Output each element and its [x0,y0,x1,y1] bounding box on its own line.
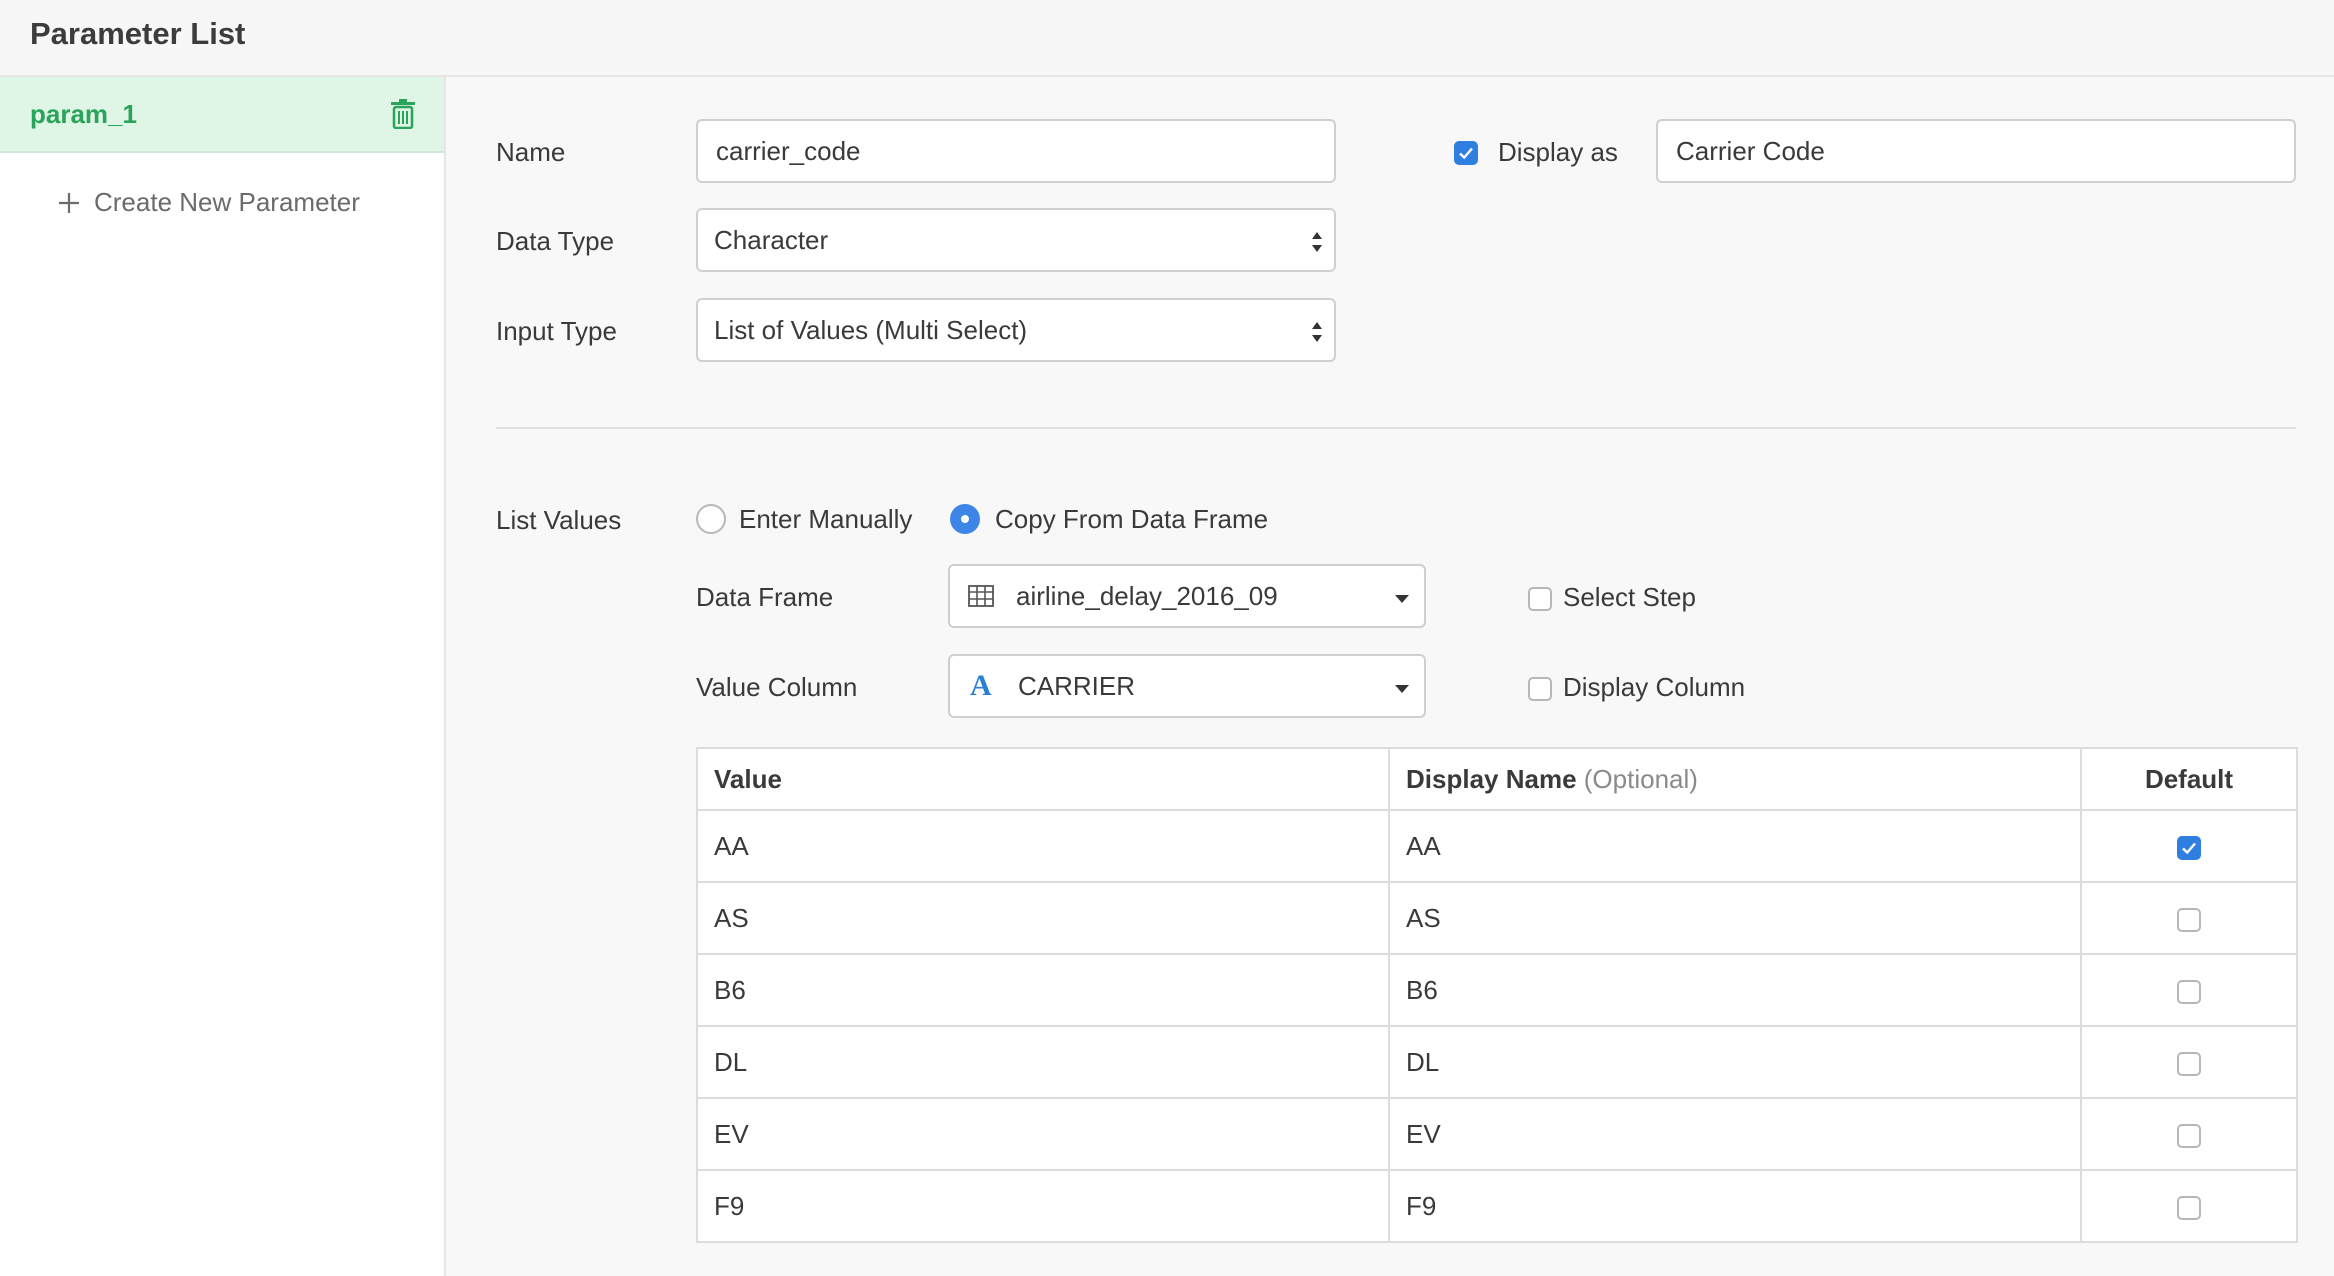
caret-down-icon [1395,595,1409,603]
param-name-label: param_1 [30,99,137,129]
enter-manually-label: Enter Manually [739,504,913,534]
copy-from-data-frame-radio[interactable] [950,504,980,534]
default-column-header: Default [2080,747,2298,811]
parameter-editor: Name carrier_code Display as Carrier Cod… [446,77,2334,1276]
create-new-label: Create New Parameter [94,187,360,217]
page-title: Parameter List [30,16,246,51]
table-row: DL DL [696,1025,2298,1099]
display-as-label: Display as [1498,137,1618,167]
value-column-label: Value Column [696,672,858,702]
table-icon [968,585,994,607]
display-as-input[interactable]: Carrier Code [1656,119,2296,183]
table-row: AA AA [696,809,2298,883]
up-down-arrow-icon [1312,322,1322,342]
value-cell[interactable]: AS [696,881,1390,955]
list-values-table: Value Display Name (Optional) Default AA… [696,747,2298,1243]
table-row: B6 B6 [696,953,2298,1027]
default-cell [2080,1025,2298,1099]
section-divider [496,427,2296,429]
data-type-select[interactable]: Character [696,208,1336,272]
sidebar-item-param[interactable]: param_1 [0,77,444,153]
input-type-select[interactable]: List of Values (Multi Select) [696,298,1336,362]
check-icon [1459,147,1473,160]
table-header-row: Value Display Name (Optional) Default [696,747,2298,811]
value-cell[interactable]: DL [696,1025,1390,1099]
value-cell[interactable]: AA [696,809,1390,883]
default-checkbox[interactable] [2177,1123,2201,1148]
select-step-checkbox[interactable] [1528,587,1552,611]
default-checkbox[interactable] [2177,835,2201,860]
default-cell [2080,1097,2298,1171]
header-bar: Parameter List [0,0,2334,77]
display-column-checkbox[interactable] [1528,677,1552,701]
display-as-checkbox[interactable] [1454,141,1478,165]
display-name-cell[interactable]: EV [1388,1097,2082,1171]
value-cell[interactable]: F9 [696,1169,1390,1243]
enter-manually-radio[interactable] [696,504,726,534]
display-name-cell[interactable]: AA [1388,809,2082,883]
display-name-header-text: Display Name [1406,763,1577,794]
value-column-value: CARRIER [1018,670,1136,701]
default-cell [2080,881,2298,955]
default-checkbox[interactable] [2177,979,2201,1004]
optional-hint: (Optional) [1583,763,1698,794]
list-values-label: List Values [496,505,622,535]
character-type-icon: A [970,669,992,702]
table-row: F9 F9 [696,1169,2298,1243]
value-cell[interactable]: B6 [696,953,1390,1027]
table-row: AS AS [696,881,2298,955]
value-column-header: Value [696,747,1390,811]
default-checkbox[interactable] [2177,907,2201,932]
default-checkbox[interactable] [2177,1195,2201,1220]
check-icon [2182,842,2196,854]
name-input[interactable]: carrier_code [696,119,1336,183]
display-name-cell[interactable]: B6 [1388,953,2082,1027]
up-down-arrow-icon [1312,232,1322,252]
value-cell[interactable]: EV [696,1097,1390,1171]
display-name-cell[interactable]: DL [1388,1025,2082,1099]
data-frame-label: Data Frame [696,582,834,612]
value-column-select[interactable]: A CARRIER [948,654,1426,718]
copy-from-data-frame-label: Copy From Data Frame [995,504,1269,534]
data-type-value: Character [714,224,829,255]
data-frame-value: airline_delay_2016_09 [1016,580,1278,611]
data-frame-select[interactable]: airline_delay_2016_09 [948,564,1426,628]
data-type-label: Data Type [496,226,615,256]
display-name-column-header: Display Name (Optional) [1388,747,2082,811]
default-cell [2080,1169,2298,1243]
select-step-label: Select Step [1563,582,1696,612]
default-cell [2080,809,2298,883]
create-new-parameter-button[interactable]: Create New Parameter [58,187,360,218]
input-type-label: Input Type [496,316,617,346]
name-label: Name [496,137,566,167]
input-type-value: List of Values (Multi Select) [714,314,1028,345]
display-name-cell[interactable]: AS [1388,881,2082,955]
caret-down-icon [1395,685,1409,693]
default-checkbox[interactable] [2177,1051,2201,1076]
plus-icon [59,192,79,213]
display-name-cell[interactable]: F9 [1388,1169,2082,1243]
display-column-label: Display Column [1563,672,1746,702]
table-body: AA AA AS AS B6 B6 DL DL EV EV F9 F9 [696,809,2298,1243]
table-row: EV EV [696,1097,2298,1171]
default-cell [2080,953,2298,1027]
trash-icon[interactable] [390,99,416,129]
parameter-sidebar: param_1 Create New Parameter [0,77,446,1276]
